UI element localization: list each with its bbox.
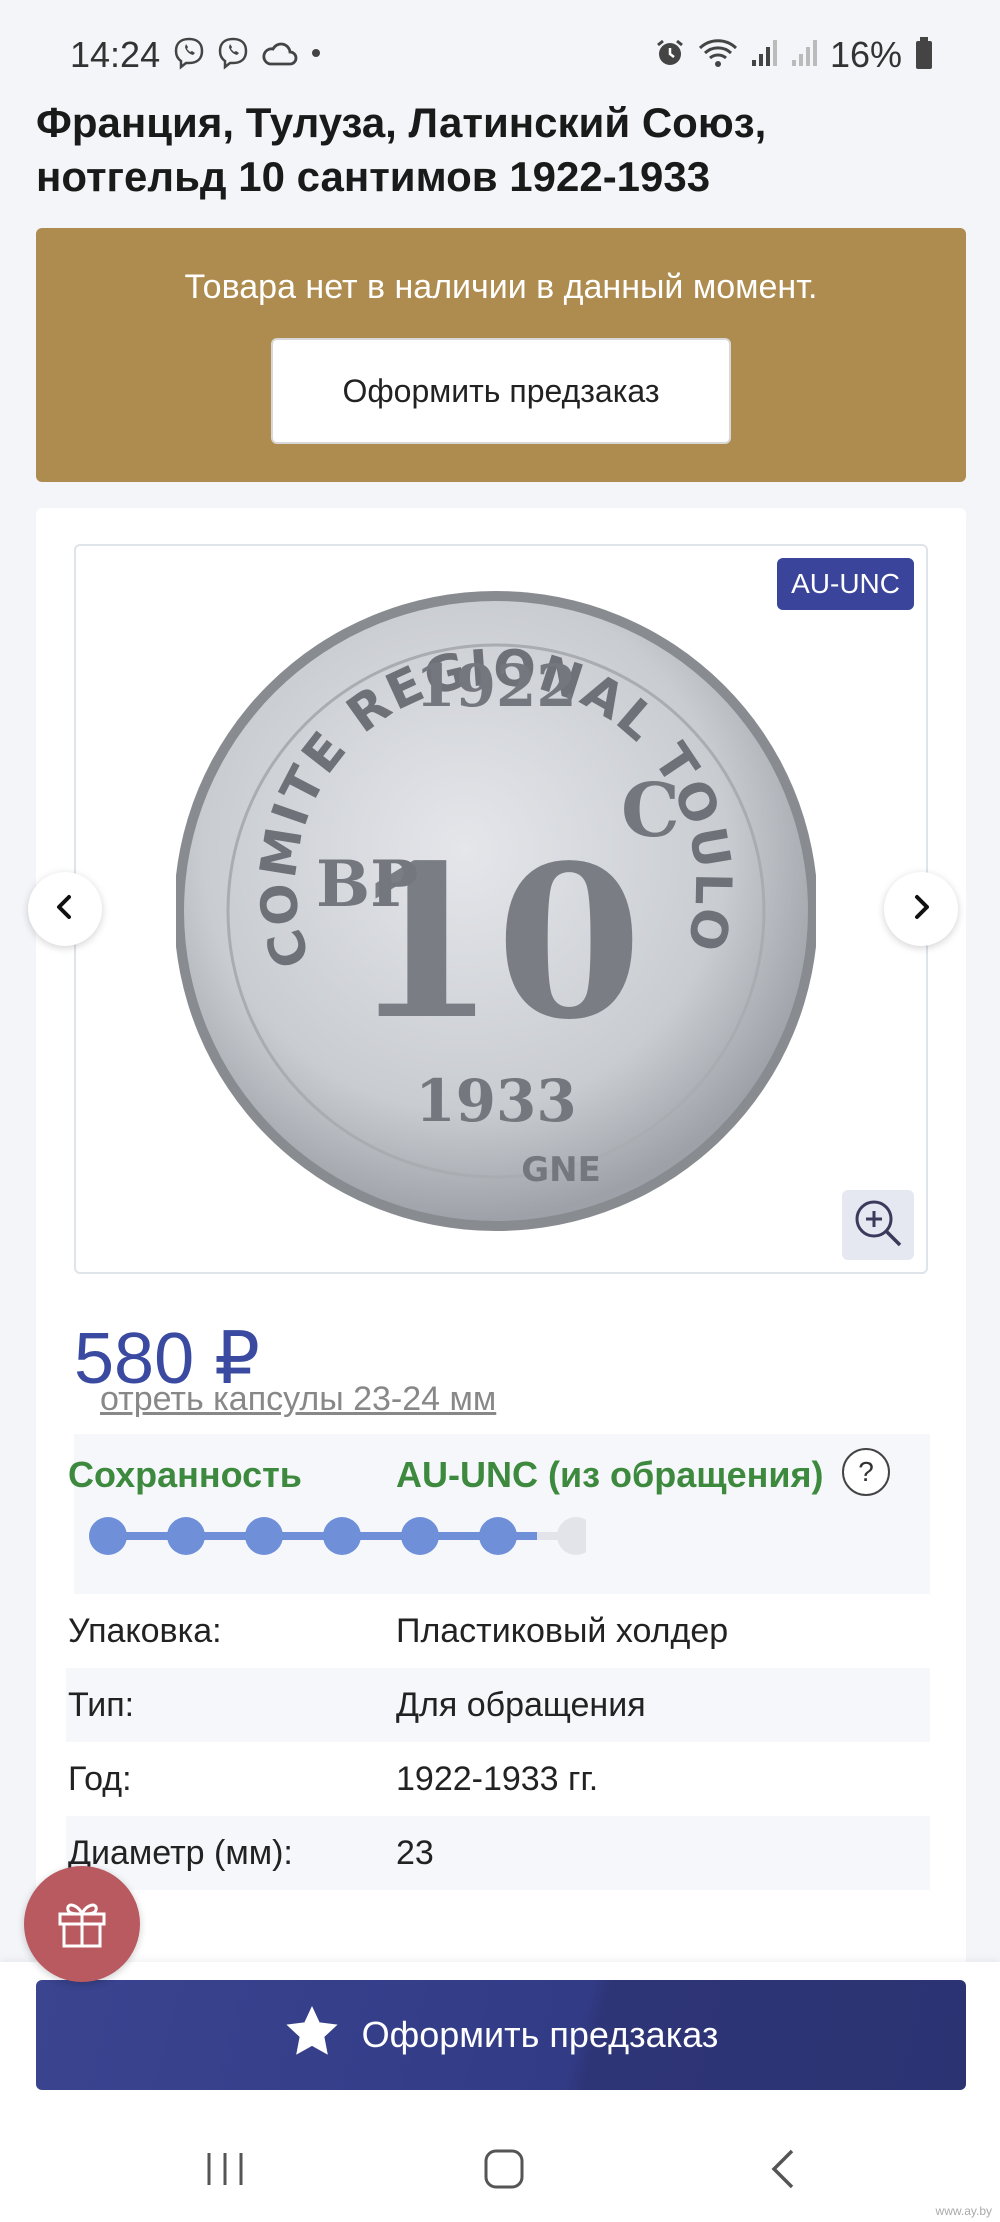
spec-row-type: Тип: Для обращения <box>66 1668 930 1742</box>
bottom-action-bar: Оформить предзаказ <box>0 1962 1000 2106</box>
back-icon <box>766 2147 802 2196</box>
star-icon <box>284 2004 340 2067</box>
back-button[interactable] <box>754 2146 814 2196</box>
scale-dot <box>167 1517 205 1555</box>
recent-apps-button[interactable] <box>195 2146 255 2196</box>
spec-value: Пластиковый холдер <box>396 1612 729 1650</box>
spec-value: 1922-1933 гг. <box>396 1760 599 1798</box>
android-nav-bar: www.ay.by <box>0 2106 1000 2222</box>
spec-key: Диаметр (мм): <box>68 1834 293 1872</box>
gallery-prev-button[interactable] <box>28 872 102 946</box>
coin-legend-suffix: GNE <box>521 1150 601 1190</box>
chevron-left-icon <box>50 892 80 927</box>
spec-row-year: Год: 1922-1933 гг. <box>66 1742 930 1816</box>
coin-year-bottom: 1933 <box>415 1067 576 1135</box>
coin-left-mark: BP <box>316 847 418 922</box>
watermark: www.ay.by <box>935 2204 992 2218</box>
zoom-in-icon <box>850 1195 906 1256</box>
capsule-link[interactable]: отреть капсулы 23-24 мм <box>100 1380 496 1419</box>
bottom-preorder-label: Оформить предзаказ <box>361 2014 719 2055</box>
spec-row-diameter: Диаметр (мм): 23 <box>66 1816 930 1890</box>
scale-dot <box>323 1517 361 1555</box>
spec-row-packaging: Упаковка: Пластиковый холдер <box>66 1594 930 1668</box>
scale-dot <box>401 1517 439 1555</box>
grade-badge: AU-UNC <box>777 558 914 610</box>
gift-icon <box>52 1892 112 1957</box>
scale-dot <box>479 1517 517 1555</box>
chevron-right-icon <box>906 892 936 927</box>
zoom-button[interactable] <box>842 1190 914 1260</box>
dot-icon <box>308 45 324 66</box>
condition-label: Сохранность <box>68 1454 302 1495</box>
spec-key: Год: <box>68 1760 132 1798</box>
battery-percent: 16% <box>829 34 902 75</box>
signal-icon <box>790 38 818 73</box>
spec-key: Упаковка: <box>68 1612 222 1650</box>
status-time: 14:24 <box>70 34 161 75</box>
scale-dot <box>89 1517 127 1555</box>
gallery-next-button[interactable] <box>884 872 958 946</box>
status-icons-right: 16% <box>654 34 934 76</box>
product-page: 14:24 16% Франция, Тулуза, Латинский Сою… <box>0 0 1000 2222</box>
spec-value: 23 <box>396 1834 434 1872</box>
page-title: Франция, Тулуза, Латинский Союз, нотгель… <box>36 99 767 200</box>
coin-year-top: 1922 <box>415 652 576 720</box>
spec-key: Тип: <box>68 1686 135 1724</box>
scale-dot <box>245 1517 283 1555</box>
bottom-preorder-button[interactable]: Оформить предзаказ <box>36 1980 966 2090</box>
home-button[interactable] <box>474 2146 534 2196</box>
viber-icon <box>172 36 206 75</box>
cloud-icon <box>260 38 298 73</box>
signal-icon <box>750 38 778 73</box>
condition-scale <box>89 1517 586 1555</box>
condition-value: AU-UNC (из обращения) <box>396 1454 824 1495</box>
product-card: COMITE REGIONAL TOULOUSE DEPT 1922 10 BP… <box>28 508 966 1978</box>
home-icon <box>482 2147 526 2196</box>
gift-button[interactable] <box>24 1866 140 1982</box>
out-of-stock-banner: Товара нет в наличии в данный момент. Оф… <box>36 228 966 482</box>
spec-table: Упаковка: Пластиковый холдер Тип: Для об… <box>66 1594 930 1890</box>
condition-block: Сохранность AU-UNC (из обращения) ? <box>68 1434 930 1594</box>
preorder-button[interactable]: Оформить предзаказ <box>271 338 731 444</box>
status-bar: 14:24 16% <box>0 0 1000 82</box>
alarm-icon <box>654 37 686 74</box>
status-icons-left <box>172 36 324 75</box>
spec-value: Для обращения <box>396 1686 646 1724</box>
coin-image: COMITE REGIONAL TOULOUSE DEPT 1922 10 BP… <box>154 546 818 1256</box>
battery-icon <box>914 36 934 75</box>
product-image-gallery[interactable]: COMITE REGIONAL TOULOUSE DEPT 1922 10 BP… <box>74 544 928 1274</box>
viber-icon <box>216 36 250 75</box>
out-of-stock-message: Товара нет в наличии в данный момент. <box>184 268 818 306</box>
wifi-icon <box>698 37 738 74</box>
recent-apps-icon <box>203 2149 247 2194</box>
scale-dot <box>557 1517 586 1555</box>
help-icon[interactable]: ? <box>842 1448 890 1496</box>
coin-right-mark: C <box>621 768 680 854</box>
